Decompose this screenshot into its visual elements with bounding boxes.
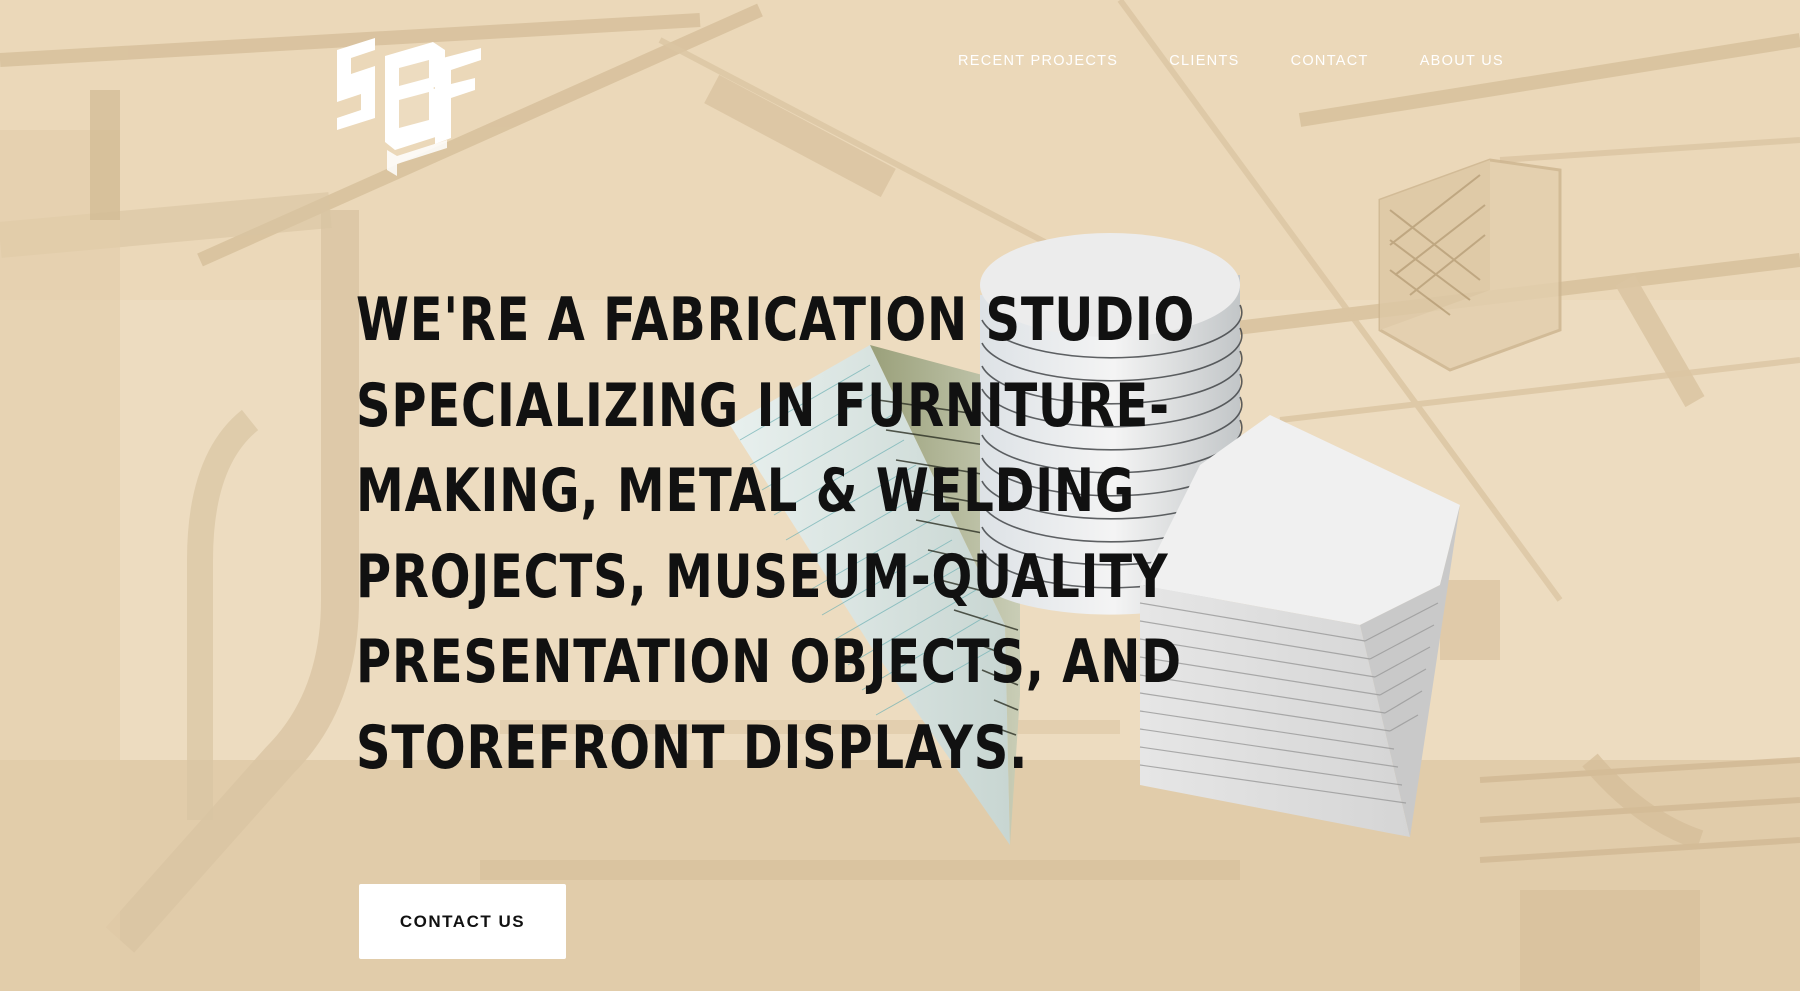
sbf-logo[interactable] [335, 38, 485, 176]
main-nav: RECENT PROJECTS CLIENTS CONTACT ABOUT US [958, 53, 1504, 69]
nav-recent-projects[interactable]: RECENT PROJECTS [958, 53, 1118, 69]
headline-line: STOREFRONT DISPLAYS. [356, 712, 1029, 783]
nav-clients[interactable]: CLIENTS [1169, 53, 1239, 69]
contact-us-button[interactable]: CONTACT US [359, 884, 566, 959]
headline-line: SPECIALIZING IN FURNITURE- [356, 370, 1170, 441]
hero-headline: WE'RE A FABRICATION STUDIO SPECIALIZING … [356, 278, 1196, 791]
headline-line: PROJECTS, MUSEUM-QUALITY [356, 541, 1169, 612]
nav-about-us[interactable]: ABOUT US [1420, 53, 1504, 69]
headline-line: PRESENTATION OBJECTS, AND [356, 627, 1182, 697]
headline-line: WE'RE A FABRICATION STUDIO [356, 285, 1196, 355]
nav-contact[interactable]: CONTACT [1291, 53, 1369, 69]
headline-line: MAKING, METAL & WELDING [356, 456, 1136, 526]
